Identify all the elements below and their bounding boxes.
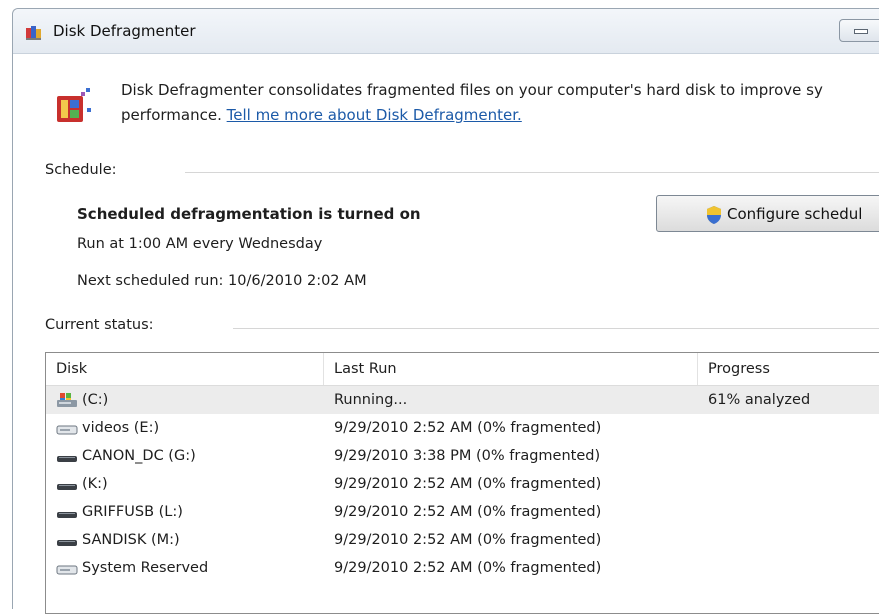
last-run-cell: 9/29/2010 2:52 AM (0% fragmented) [334, 504, 602, 520]
window-title: Disk Defragmenter [53, 22, 196, 40]
intro-sentence-end: performance. [121, 106, 222, 124]
removable-drive-icon [57, 540, 77, 546]
hard-drive-icon [56, 425, 78, 435]
window-client-area: Disk Defragmenter consolidates fragmente… [13, 54, 879, 614]
removable-drive-icon [57, 484, 77, 490]
last-run-cell: 9/29/2010 2:52 AM (0% fragmented) [334, 560, 602, 576]
column-header-progress[interactable]: Progress [698, 353, 879, 385]
last-run-cell: 9/29/2010 3:38 PM (0% fragmented) [334, 448, 601, 464]
current-status-label: Current status: [45, 317, 154, 333]
disk-row-l[interactable]: GRIFFUSB (L:) 9/29/2010 2:52 AM (0% frag… [46, 498, 879, 526]
disk-defragmenter-window: Disk Defragmenter Disk Defragmenter cons… [12, 8, 879, 614]
hard-drive-icon [56, 565, 78, 575]
status-separator [233, 328, 879, 329]
tell-me-more-link[interactable]: Tell me more about Disk Defragmenter. [227, 106, 522, 124]
disk-row-system-reserved[interactable]: System Reserved 9/29/2010 2:52 AM (0% fr… [46, 554, 879, 582]
minimize-button[interactable] [839, 19, 879, 42]
schedule-status-heading: Scheduled defragmentation is turned on [77, 205, 421, 223]
disk-name: (C:) [82, 392, 109, 408]
disk-row-m[interactable]: SANDISK (M:) 9/29/2010 2:52 AM (0% fragm… [46, 526, 879, 554]
schedule-label: Schedule: [45, 162, 117, 178]
schedule-run-at: Run at 1:00 AM every Wednesday [77, 236, 323, 252]
configure-schedule-button[interactable]: Configure schedul [656, 195, 879, 232]
column-header-last-run[interactable]: Last Run [324, 353, 698, 385]
schedule-separator [185, 172, 879, 173]
last-run-cell: Running... [334, 392, 408, 408]
disk-name: GRIFFUSB (L:) [82, 504, 183, 520]
column-header-disk[interactable]: Disk [46, 353, 324, 385]
progress-cell: 61% analyzed [708, 392, 811, 408]
disk-row-g[interactable]: CANON_DC (G:) 9/29/2010 3:38 PM (0% frag… [46, 442, 879, 470]
uac-shield-icon [707, 206, 721, 224]
last-run-cell: 9/29/2010 2:52 AM (0% fragmented) [334, 420, 602, 436]
last-run-cell: 9/29/2010 2:52 AM (0% fragmented) [334, 476, 602, 492]
disk-list-header: Disk Last Run Progress [46, 353, 879, 386]
next-scheduled-run: Next scheduled run: 10/6/2010 2:02 AM [77, 273, 367, 289]
intro-sentence: Disk Defragmenter consolidates fragmente… [121, 81, 823, 99]
disk-list[interactable]: Disk Last Run Progress (C:) Running... 6… [45, 352, 879, 614]
last-run-cell: 9/29/2010 2:52 AM (0% fragmented) [334, 532, 602, 548]
removable-drive-icon [57, 512, 77, 518]
system-drive-icon [57, 393, 77, 407]
defragmenter-large-icon [57, 88, 91, 122]
disk-name: SANDISK (M:) [82, 532, 180, 548]
disk-row-c[interactable]: (C:) Running... 61% analyzed [46, 386, 879, 414]
defragmenter-app-icon [26, 26, 41, 40]
disk-name: System Reserved [82, 560, 209, 576]
disk-row-e[interactable]: videos (E:) 9/29/2010 2:52 AM (0% fragme… [46, 414, 879, 442]
minimize-icon [854, 29, 868, 34]
disk-row-k[interactable]: (K:) 9/29/2010 2:52 AM (0% fragmented) [46, 470, 879, 498]
intro-text: Disk Defragmenter consolidates fragmente… [121, 78, 879, 128]
disk-name: videos (E:) [82, 420, 160, 436]
disk-name: CANON_DC (G:) [82, 448, 196, 464]
title-bar[interactable]: Disk Defragmenter [13, 9, 879, 54]
configure-schedule-label: Configure schedul [727, 205, 863, 223]
disk-name: (K:) [82, 476, 108, 492]
removable-drive-icon [57, 456, 77, 462]
